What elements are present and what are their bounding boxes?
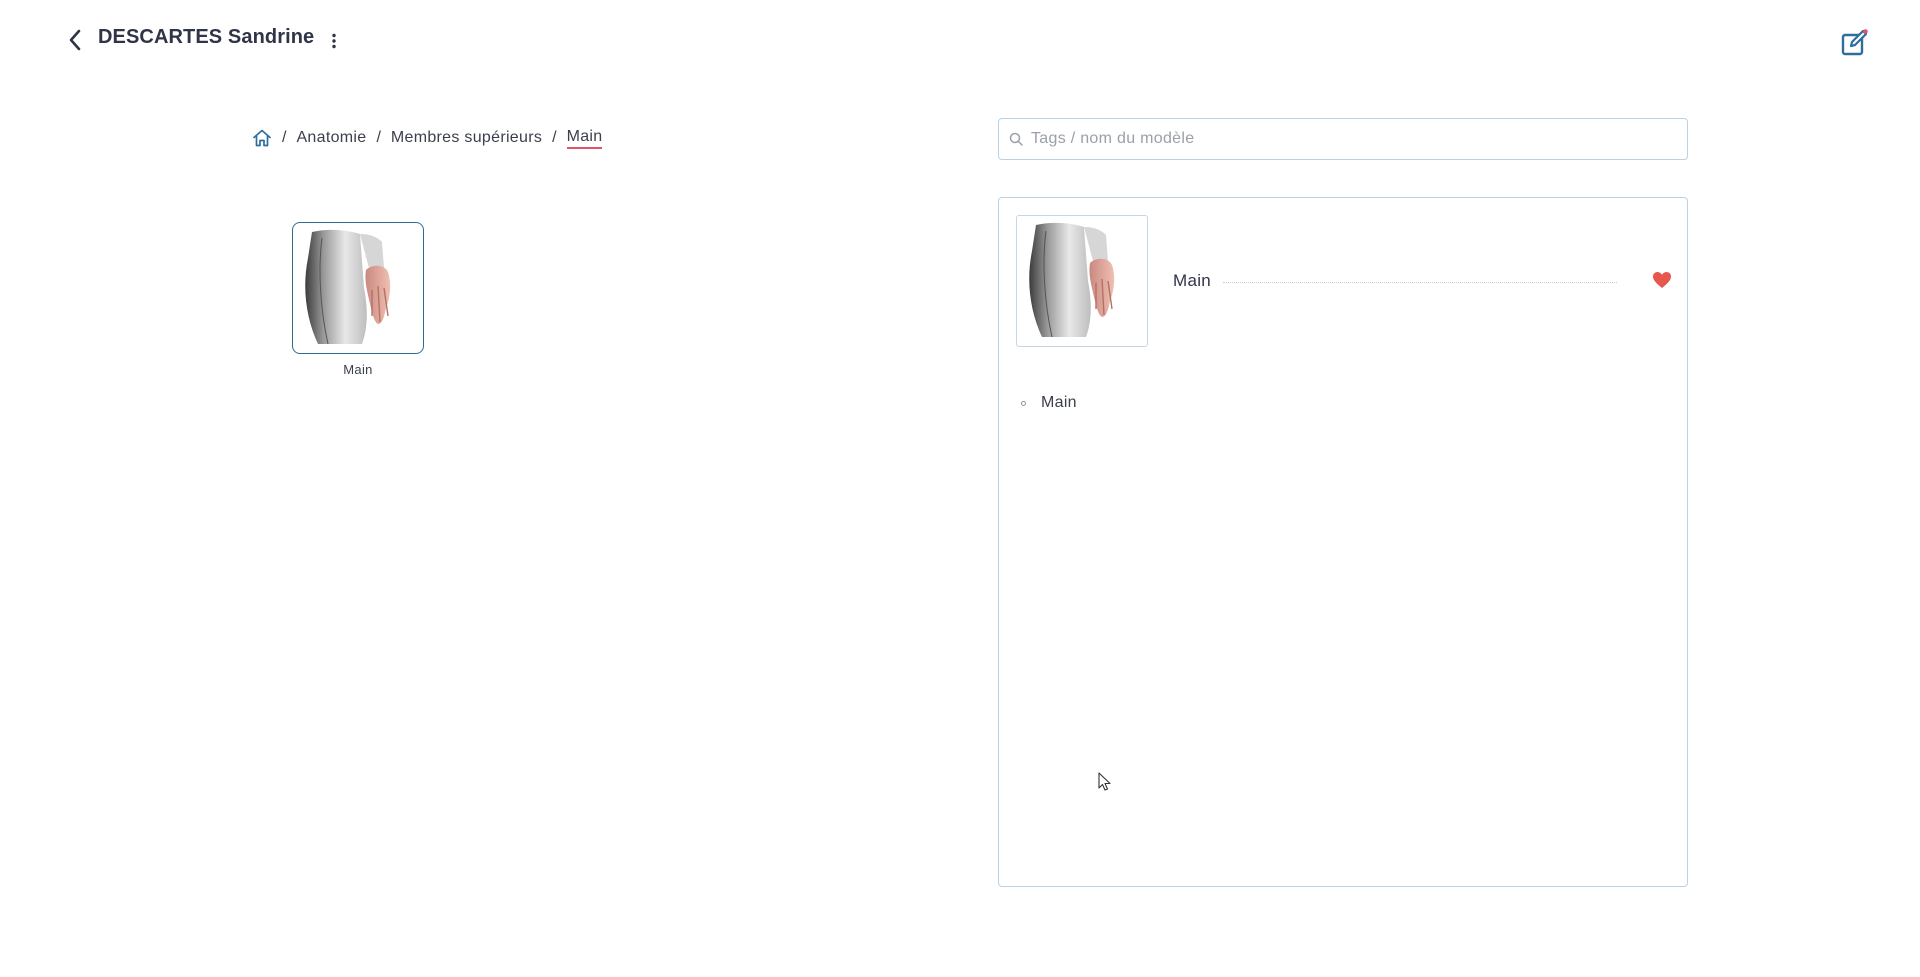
home-icon: [253, 129, 271, 147]
title-leader-line: [1223, 282, 1617, 283]
breadcrumb-item-membres-superieurs[interactable]: Membres supérieurs: [391, 129, 542, 147]
list-item[interactable]: Main: [1021, 394, 1077, 412]
search-input[interactable]: [1031, 130, 1671, 148]
heart-icon: [1653, 272, 1671, 288]
kebab-icon: [332, 33, 336, 49]
mouse-cursor-icon: [1098, 772, 1111, 791]
breadcrumb-item-main[interactable]: Main: [566, 128, 603, 149]
breadcrumb: / Anatomie / Membres supérieurs / Main: [252, 125, 603, 151]
breadcrumb-home[interactable]: [252, 128, 272, 148]
back-button[interactable]: [60, 25, 90, 55]
top-bar: DESCARTES Sandrine: [0, 0, 1920, 82]
favorite-button[interactable]: [1651, 269, 1673, 291]
more-options-button[interactable]: [322, 28, 346, 54]
breadcrumb-item-anatomie[interactable]: Anatomie: [296, 129, 366, 147]
breadcrumb-separator: /: [552, 129, 557, 146]
patient-name: DESCARTES Sandrine: [98, 26, 315, 48]
chevron-left-icon: [69, 29, 81, 51]
model-parts-list: Main: [1021, 394, 1077, 412]
list-item-label: Main: [1041, 394, 1077, 411]
breadcrumb-separator: /: [376, 129, 381, 146]
hand-model-thumbnail: [1029, 222, 1115, 338]
search-box[interactable]: [998, 118, 1688, 160]
breadcrumb-separator: /: [282, 129, 287, 146]
model-title: Main: [1173, 271, 1212, 290]
detail-thumbnail[interactable]: [1016, 215, 1148, 347]
edit-note-icon: [1841, 29, 1868, 56]
search-icon: [1009, 132, 1023, 146]
hand-model-thumbnail: [305, 229, 391, 345]
edit-button[interactable]: [1838, 26, 1872, 60]
bullet-icon: [1021, 400, 1026, 406]
model-tile[interactable]: [292, 222, 424, 354]
model-tile-label: Main: [343, 362, 373, 377]
